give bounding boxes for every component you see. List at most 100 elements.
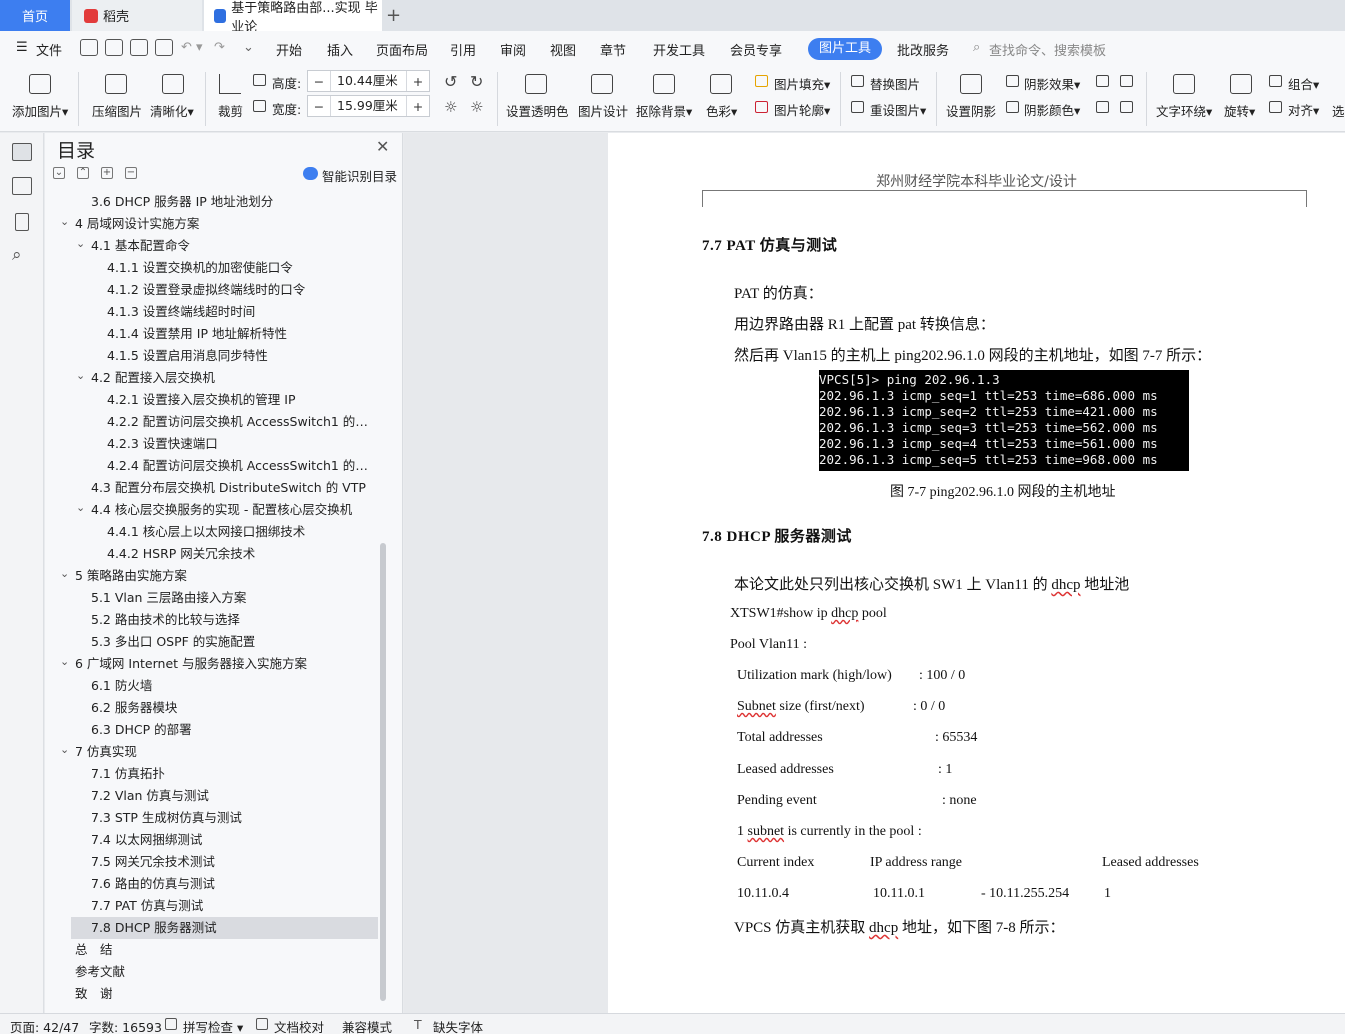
- rotate-button[interactable]: 旋转▾: [1224, 101, 1255, 120]
- shadow-left-icon[interactable]: [1096, 101, 1109, 113]
- close-icon[interactable]: ✕: [376, 137, 389, 156]
- toc-item[interactable]: 7.8 DHCP 服务器测试: [71, 917, 378, 939]
- toc-item[interactable]: 7.6 路由的仿真与测试: [91, 873, 375, 895]
- set-transparent-button[interactable]: 设置透明色: [506, 101, 569, 120]
- toc-item[interactable]: 7.7 PAT 仿真与测试: [91, 895, 375, 917]
- chevron-down-icon[interactable]: ⌄: [76, 501, 85, 514]
- menu-batch-service[interactable]: 批改服务: [897, 40, 949, 59]
- menu-insert[interactable]: 插入: [327, 40, 353, 59]
- more-quick-icon[interactable]: ⌄: [243, 40, 254, 55]
- toc-item[interactable]: 7 仿真实现: [75, 741, 375, 763]
- chevron-down-icon[interactable]: ⌄: [76, 237, 85, 250]
- replace-picture-button[interactable]: 替换图片: [870, 74, 920, 93]
- menu-references[interactable]: 引用: [450, 40, 476, 59]
- contrast-icon[interactable]: ☼: [470, 98, 483, 116]
- select-button[interactable]: 选: [1332, 101, 1345, 120]
- bookmark-icon[interactable]: [15, 213, 29, 231]
- menu-chapter[interactable]: 章节: [600, 40, 626, 59]
- set-shadow-button[interactable]: 设置阴影: [946, 101, 996, 120]
- toc-item[interactable]: 4.1.1 设置交换机的加密使能口令: [107, 257, 375, 279]
- group-button[interactable]: 组合▾: [1288, 74, 1319, 93]
- toc-item[interactable]: 4.4.1 核心层上以太网接口捆绑技术: [107, 521, 375, 543]
- shadow-down-icon[interactable]: [1120, 75, 1133, 87]
- reset-picture-button[interactable]: 重设图片▾: [870, 100, 926, 119]
- toc-item[interactable]: 4 局域网设计实施方案: [75, 213, 375, 235]
- brightness-icon[interactable]: ☼: [444, 98, 457, 116]
- toc-item[interactable]: 4.3 配置分布层交换机 DistributeSwitch 的 VTP: [91, 477, 375, 499]
- width-spinner[interactable]: −15.99厘米 +: [307, 95, 430, 117]
- toc-item[interactable]: 7.2 Vlan 仿真与测试: [91, 785, 375, 807]
- toc-item[interactable]: 7.5 网关冗余技术测试: [91, 851, 375, 873]
- toc-item[interactable]: 6.2 服务器模块: [91, 697, 375, 719]
- width-decrease-button[interactable]: −: [308, 99, 330, 114]
- menu-file[interactable]: 文件: [36, 40, 62, 59]
- print-icon[interactable]: [130, 39, 148, 56]
- new-tab-plus-icon[interactable]: +: [386, 5, 401, 26]
- shadow-right-icon[interactable]: [1120, 101, 1133, 113]
- expand-level-icon[interactable]: ⌃: [77, 167, 89, 179]
- menu-developer[interactable]: 开发工具: [653, 40, 705, 59]
- height-spinner[interactable]: −10.44厘米 +: [307, 70, 430, 92]
- smart-toc-button[interactable]: 智能识别目录: [322, 166, 397, 185]
- toc-item[interactable]: 总 结: [75, 939, 375, 961]
- picture-fill-button[interactable]: 图片填充▾: [774, 74, 830, 93]
- toc-item[interactable]: 参考文献: [75, 961, 375, 983]
- chevron-down-icon[interactable]: ⌄: [60, 567, 69, 580]
- add-picture-button[interactable]: 添加图片▾: [12, 101, 68, 120]
- toc-item[interactable]: 4.2.1 设置接入层交换机的管理 IP: [107, 389, 375, 411]
- tab-document[interactable]: 基于策略路由部...实现 毕业论: [204, 0, 382, 35]
- menu-picture-tools[interactable]: 图片工具: [808, 38, 882, 60]
- hamburger-icon[interactable]: ☰: [16, 40, 28, 55]
- collapse-icon[interactable]: −: [125, 167, 137, 179]
- height-decrease-button[interactable]: −: [308, 74, 330, 89]
- rotate-right-icon[interactable]: ↻: [470, 72, 483, 91]
- shadow-color-button[interactable]: 阴影颜色▾: [1024, 100, 1080, 119]
- width-increase-button[interactable]: +: [407, 99, 429, 114]
- compress-picture-button[interactable]: 压缩图片: [92, 101, 142, 120]
- toc-item[interactable]: 4.2.4 配置访问层交换机 AccessSwitch1 的主干 ...: [107, 455, 375, 477]
- toc-item[interactable]: 6.1 防火墙: [91, 675, 375, 697]
- toc-item[interactable]: 4.1.2 设置登录虚拟终端线时的口令: [107, 279, 375, 301]
- toc-scrollbar[interactable]: [380, 543, 386, 1001]
- ping-terminal-figure[interactable]: VPCS[5]> ping 202.96.1.3 202.96.1.3 icmp…: [819, 370, 1189, 471]
- toc-item[interactable]: 5.1 Vlan 三层路由接入方案: [91, 587, 375, 609]
- proofread-button[interactable]: 文档校对: [274, 1017, 324, 1034]
- word-count[interactable]: 字数: 16593: [89, 1017, 162, 1034]
- chevron-down-icon[interactable]: ⌄: [60, 743, 69, 756]
- collapse-all-icon[interactable]: ⌄: [53, 167, 65, 179]
- chevron-down-icon[interactable]: ⌄: [60, 215, 69, 228]
- toc-item[interactable]: 4.1.3 设置终端线超时时间: [107, 301, 375, 323]
- toc-item[interactable]: 4.4.2 HSRP 网关冗余技术: [107, 543, 375, 565]
- toc-item[interactable]: 4.2.3 设置快速端口: [107, 433, 375, 455]
- export-pdf-icon[interactable]: [105, 39, 123, 56]
- shadow-up-icon[interactable]: [1096, 75, 1109, 87]
- menu-review[interactable]: 审阅: [500, 40, 526, 59]
- toc-item[interactable]: 6 广域网 Internet 与服务器接入实施方案: [75, 653, 375, 675]
- menu-start[interactable]: 开始: [276, 40, 302, 59]
- redo-icon[interactable]: ↷: [214, 40, 225, 55]
- align-button[interactable]: 对齐▾: [1288, 100, 1319, 119]
- remove-background-button[interactable]: 抠除背景▾: [636, 101, 692, 120]
- save-icon[interactable]: [80, 39, 98, 56]
- tab-daoke[interactable]: 稻壳: [72, 0, 202, 31]
- toc-item[interactable]: 7.4 以太网捆绑测试: [91, 829, 375, 851]
- toc-item[interactable]: 4.1 基本配置命令: [91, 235, 375, 257]
- toc-item[interactable]: 4.2.2 配置访问层交换机 AccessSwitch1 的访问 ...: [107, 411, 375, 433]
- width-input[interactable]: 15.99厘米: [330, 96, 407, 116]
- missing-fonts-button[interactable]: 缺失字体: [433, 1017, 483, 1034]
- command-search-input[interactable]: 查找命令、搜索模板: [989, 40, 1106, 59]
- toc-item[interactable]: 4.2 配置接入层交换机: [91, 367, 375, 389]
- height-increase-button[interactable]: +: [407, 74, 429, 89]
- tab-home[interactable]: 首页: [0, 0, 70, 31]
- picture-outline-button[interactable]: 图片轮廓▾: [774, 100, 830, 119]
- toc-item[interactable]: 7.1 仿真拓扑: [91, 763, 375, 785]
- color-button[interactable]: 色彩▾: [706, 101, 737, 120]
- expand-icon[interactable]: +: [101, 167, 113, 179]
- page-indicator[interactable]: 页面: 42/47: [10, 1017, 79, 1034]
- chapter-nav-icon[interactable]: [12, 177, 32, 195]
- toc-item[interactable]: 6.3 DHCP 的部署: [91, 719, 375, 741]
- menu-view[interactable]: 视图: [550, 40, 576, 59]
- toc-item[interactable]: 7.3 STP 生成树仿真与测试: [91, 807, 375, 829]
- toc-item[interactable]: 4.1.4 设置禁用 IP 地址解析特性: [107, 323, 375, 345]
- undo-icon[interactable]: ↶ ▾: [181, 40, 203, 55]
